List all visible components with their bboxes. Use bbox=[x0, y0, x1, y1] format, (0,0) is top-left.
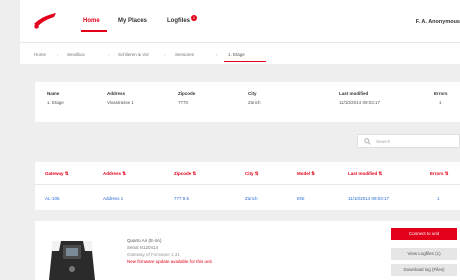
device-title: Quarto Air (E-4A) bbox=[127, 238, 162, 243]
summary-value-city: Zürich bbox=[248, 100, 261, 105]
summary-header-address: Address bbox=[107, 91, 126, 96]
breadcrumb: Home › Sendbox › Schlieren & Vol › Senso… bbox=[20, 42, 460, 64]
firmware-update-alert[interactable]: New firmware update available for this u… bbox=[127, 259, 212, 264]
column-header-address[interactable]: Address ⇅ bbox=[103, 171, 126, 177]
breadcrumb-item[interactable]: Sensoren bbox=[175, 52, 194, 57]
gateway-device-image bbox=[49, 241, 95, 280]
gateways-table: Gateway ⇅ Address ⇅ Zipcode ⇅ City ⇅ Mod… bbox=[35, 162, 460, 210]
breadcrumb-active-indicator bbox=[224, 61, 266, 62]
search-input[interactable]: Search bbox=[357, 134, 460, 148]
breadcrumb-item[interactable]: Sendbox bbox=[67, 52, 85, 57]
column-header-errors[interactable]: Errors ⇅ bbox=[430, 171, 449, 177]
column-header-gateway[interactable]: Gateway ⇅ bbox=[45, 171, 69, 177]
cell-zipcode[interactable]: 777 9.5 bbox=[174, 196, 189, 201]
breadcrumb-separator-icon: › bbox=[216, 52, 218, 57]
cell-errors[interactable]: 1 bbox=[437, 196, 440, 201]
summary-value-errors: 1 bbox=[439, 100, 442, 105]
cell-model[interactable]: ENI bbox=[297, 196, 305, 201]
summary-header-zipcode: Zipcode bbox=[178, 91, 196, 96]
cell-address[interactable]: Address 1 bbox=[103, 196, 123, 201]
breadcrumb-separator-icon: › bbox=[57, 52, 59, 57]
cell-city[interactable]: Zürich bbox=[245, 196, 258, 201]
search-icon bbox=[364, 138, 371, 145]
breadcrumb-separator-icon: › bbox=[164, 52, 166, 57]
user-name[interactable]: F. A. Anonymous bbox=[416, 19, 460, 25]
column-header-model[interactable]: Model ⇅ bbox=[297, 171, 315, 177]
summary-header-last-modified: Last modified bbox=[339, 91, 369, 96]
table-header-divider bbox=[35, 184, 460, 185]
summary-value-name: 1. Etage bbox=[47, 100, 64, 105]
gateway-detail-panel: Quarto Air (E-4A) Serial N120414 Gateway… bbox=[35, 221, 460, 280]
device-serial: Serial N120414 bbox=[127, 245, 159, 250]
summary-header-name: Name bbox=[47, 91, 60, 96]
column-header-last-modified[interactable]: Last modified ⇅ bbox=[348, 171, 382, 177]
nav-my-places[interactable]: My Places bbox=[118, 18, 147, 24]
cell-last-modified[interactable]: 11/10/2014 09:03:17 bbox=[348, 196, 389, 201]
cell-gateway[interactable]: AL-105 bbox=[45, 196, 60, 201]
location-summary-card: Name Address Zipcode City Last modified … bbox=[35, 82, 460, 122]
top-navigation-bar: Home My Places Logfiles 1 F. A. Anonymou… bbox=[20, 0, 460, 42]
breadcrumb-item[interactable]: Schlieren & Vol bbox=[118, 52, 149, 57]
summary-value-zipcode: 7770 bbox=[178, 100, 189, 105]
summary-header-city: City bbox=[248, 91, 257, 96]
connect-to-unit-button[interactable]: Connect to unit bbox=[391, 228, 457, 240]
nav-home[interactable]: Home bbox=[83, 18, 100, 24]
brand-logo[interactable] bbox=[32, 10, 58, 30]
download-log-button[interactable]: Download log (Files) bbox=[391, 264, 457, 276]
view-logfiles-button[interactable]: View Logfiles (1) bbox=[391, 248, 457, 260]
nav-logfiles[interactable]: Logfiles bbox=[167, 18, 190, 24]
column-header-city[interactable]: City ⇅ bbox=[245, 171, 259, 177]
summary-value-address: Vivastrasse 1 bbox=[107, 100, 134, 105]
logfiles-notification-badge: 1 bbox=[191, 15, 197, 21]
search-placeholder: Search bbox=[376, 139, 391, 144]
nav-home-active-indicator bbox=[81, 30, 107, 32]
column-header-zipcode[interactable]: Zipcode ⇅ bbox=[174, 171, 196, 177]
summary-header-errors: Errors bbox=[434, 91, 448, 96]
summary-value-last-modified: 11/10/2014 09:03:17 bbox=[339, 100, 380, 105]
breadcrumb-item[interactable]: Home bbox=[34, 52, 46, 57]
device-firmware-info: Gateway of Firmware 1.31 bbox=[127, 252, 180, 257]
breadcrumb-separator-icon: › bbox=[108, 52, 110, 57]
breadcrumb-item-current: 1. Etage bbox=[228, 52, 245, 57]
